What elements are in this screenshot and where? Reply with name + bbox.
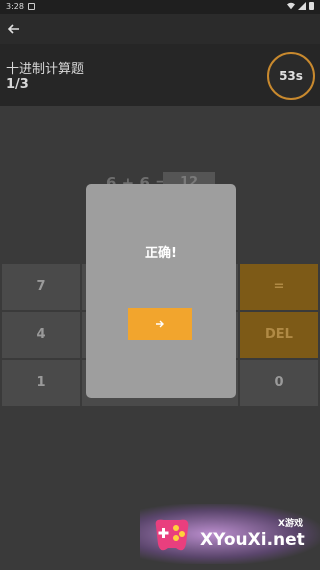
watermark-small-text: X游戏: [278, 519, 303, 529]
signal-icon: [298, 2, 306, 10]
result-dialog: 正确!: [86, 184, 236, 398]
key-delete[interactable]: DEL: [240, 312, 318, 358]
key-7[interactable]: 7: [2, 264, 80, 310]
battery-icon: [309, 2, 314, 10]
status-bar: 3:28: [0, 0, 320, 14]
watermark-site: XYouXi.net: [200, 530, 305, 550]
watermark: X游戏 XYouXi.net: [140, 496, 320, 570]
question-progress: 1/3: [6, 77, 29, 92]
key-0[interactable]: 0: [240, 360, 318, 406]
result-message: 正确!: [145, 246, 177, 261]
key-4[interactable]: 4: [2, 312, 80, 358]
next-button[interactable]: [128, 308, 192, 340]
status-time: 3:28: [6, 2, 24, 11]
timer-value: 53s: [279, 69, 303, 83]
app-bar: [0, 14, 320, 44]
notification-icon: [28, 3, 35, 10]
key-1[interactable]: 1: [2, 360, 80, 406]
key-equals[interactable]: =: [240, 264, 318, 310]
status-icons: [287, 2, 314, 10]
arrow-right-icon: [156, 320, 164, 328]
gamepad-logo-icon: [155, 519, 189, 551]
back-arrow-icon[interactable]: [6, 21, 22, 37]
quiz-title: 十进制计算题: [6, 62, 85, 77]
wifi-icon: [287, 2, 295, 10]
